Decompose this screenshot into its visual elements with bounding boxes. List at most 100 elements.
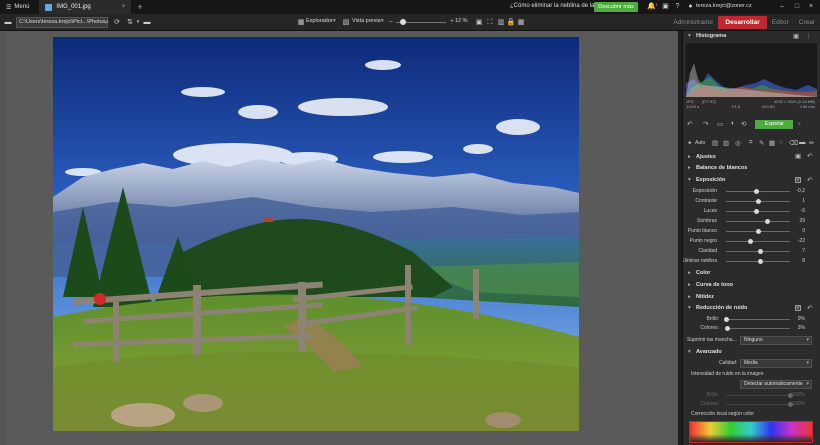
auto-label[interactable]: Auto — [695, 140, 705, 146]
lock-icon[interactable]: 🔒 — [506, 17, 516, 28]
color-range-picker[interactable] — [689, 421, 813, 443]
export-button[interactable]: Exportar — [755, 120, 793, 129]
slider-value[interactable]: 100% — [789, 392, 805, 398]
photo-canvas[interactable] — [53, 37, 579, 431]
fit-screen-icon[interactable]: ▣ — [474, 17, 484, 28]
slider-knob[interactable] — [758, 259, 764, 264]
quality-select[interactable]: Media ▾ — [740, 359, 812, 368]
slider-value[interactable]: -22 — [789, 238, 805, 244]
tone-curve-header[interactable]: ▸ Curva de tono — [683, 281, 820, 290]
histogram-header[interactable]: ▾ Histograma — [683, 32, 820, 41]
preview-icon[interactable]: ▧ — [341, 17, 351, 28]
noise-detect-select[interactable]: Detectar automáticamente ▾ — [740, 380, 812, 389]
redo-icon[interactable]: ↷ — [703, 120, 708, 128]
slider-track[interactable] — [726, 395, 790, 396]
slider-knob[interactable] — [755, 229, 761, 234]
suppress-select[interactable]: Ninguno ▾ — [740, 336, 812, 345]
slider-knob[interactable] — [723, 317, 729, 322]
slider-knob[interactable] — [748, 239, 754, 244]
compare-icon[interactable]: ▥ — [496, 17, 506, 28]
close-tab-icon[interactable]: × — [122, 4, 126, 10]
full-screen-icon[interactable]: ⛶ — [485, 17, 495, 28]
preview-dropdown-caret[interactable]: ▾ — [381, 18, 384, 24]
folder-icon[interactable]: ▬ — [3, 17, 13, 28]
slider-track[interactable] — [726, 328, 790, 329]
advanced-header[interactable]: ▾ Avanzado — [683, 348, 820, 357]
zoom-value[interactable]: 12 % — [455, 18, 468, 24]
gradient-filter-icon[interactable]: ▦ — [769, 139, 775, 147]
search-icon[interactable]: ⌕ — [102, 17, 112, 28]
noise-reset-icon[interactable]: ↶ — [807, 304, 812, 312]
histogram-settings-icon[interactable]: ▣ — [793, 32, 799, 40]
browser-dropdown[interactable]: Explorador — [306, 18, 333, 24]
line-tool-icon[interactable]: ▬ — [799, 139, 806, 146]
user-email[interactable]: tereza.krejci@zoner.cz — [696, 3, 752, 9]
color-header[interactable]: ▸ Color — [683, 269, 820, 278]
crop-icon[interactable]: ▭ — [717, 120, 723, 128]
help-icon[interactable]: ? — [673, 2, 682, 12]
new-tab-button[interactable]: + — [137, 2, 142, 12]
white-balance-header[interactable]: ▸ Balance de blancos — [683, 164, 820, 173]
share-icon[interactable]: ⚡ — [797, 120, 802, 128]
promo-text[interactable]: ¿Cómo eliminar la neblina de las f... — [510, 3, 606, 9]
exposure-reset-icon[interactable]: ↶ — [807, 176, 812, 184]
slider-value[interactable]: 3% — [789, 325, 805, 331]
close-window-icon[interactable]: × — [806, 2, 816, 12]
menu-button[interactable]: ☰ Menú — [0, 0, 35, 14]
tab-create[interactable]: Crear — [794, 16, 820, 29]
tab-manager[interactable]: Administrador — [668, 16, 718, 29]
maximize-icon[interactable]: □ — [792, 2, 802, 12]
slider-value[interactable]: -6 — [789, 208, 805, 214]
zoom-out-icon[interactable]: – — [386, 17, 396, 28]
slider-knob[interactable] — [753, 209, 759, 214]
tab-develop[interactable]: Desarrollar — [718, 16, 767, 29]
slider-knob[interactable] — [754, 189, 760, 194]
pencil-icon[interactable]: ✏ — [809, 139, 814, 147]
slider-value[interactable]: 1 — [789, 198, 805, 204]
slider-value[interactable]: 0% — [789, 316, 805, 322]
auto-icon[interactable]: ✦ — [687, 139, 692, 147]
image-viewer[interactable] — [0, 31, 678, 445]
sharpness-header[interactable]: ▸ Nitidez — [683, 293, 820, 302]
new-folder-icon[interactable]: ▬ — [142, 17, 152, 28]
discover-more-button[interactable]: Descubrir más — [594, 2, 638, 12]
slider-track[interactable] — [726, 221, 790, 222]
slider-value[interactable]: 0 — [789, 228, 805, 234]
zoom-slider-knob[interactable] — [400, 19, 406, 25]
circle-tool-icon[interactable]: ○ — [779, 139, 783, 146]
zoom-slider[interactable] — [396, 19, 446, 25]
refresh-icon[interactable]: ⟳ — [112, 17, 122, 28]
slider-track[interactable] — [726, 241, 790, 242]
gradient-icon[interactable]: ▥ — [723, 139, 729, 147]
slider-value[interactable]: 100% — [789, 401, 805, 407]
path-field[interactable]: C:\Users\tereza.krejci\Pict...\Photos — [16, 17, 108, 28]
copy-icon[interactable]: ▤ — [712, 139, 718, 147]
brush-icon[interactable]: ✎ — [759, 139, 764, 147]
browser-icon[interactable]: ▦ — [296, 17, 306, 28]
slider-knob[interactable] — [764, 219, 770, 224]
minimize-icon[interactable]: – — [777, 2, 787, 12]
slider-track[interactable] — [726, 319, 790, 320]
rotate-icon[interactable]: ⟲ — [741, 120, 746, 128]
browser-dropdown-caret[interactable]: ▾ — [333, 18, 336, 24]
eraser-icon[interactable]: ⌫ — [789, 139, 798, 147]
crop-tool-icon[interactable]: ⌗ — [749, 139, 753, 147]
undo-icon[interactable]: ↶ — [687, 120, 692, 128]
exposure-enable-checkbox[interactable]: ✓ — [795, 177, 801, 183]
radial-icon[interactable]: ◎ — [735, 139, 741, 147]
gift-icon[interactable]: ▣ — [661, 2, 670, 12]
left-panel-toggle[interactable] — [0, 31, 6, 445]
slider-knob[interactable] — [725, 326, 731, 331]
before-after-icon[interactable]: ◐ — [731, 120, 735, 127]
grid-icon[interactable]: ▦ — [516, 17, 526, 28]
save-preset-icon[interactable]: ▣ — [795, 152, 801, 160]
slider-value[interactable]: 29 — [789, 218, 805, 224]
slider-value[interactable]: -0,2 — [789, 188, 805, 194]
slider-value[interactable]: 7 — [789, 248, 805, 254]
slider-knob[interactable] — [755, 199, 761, 204]
slider-track[interactable] — [726, 404, 790, 405]
slider-value[interactable]: 8 — [789, 258, 805, 264]
document-tab[interactable]: IMG_001.jpg × — [39, 0, 132, 14]
histogram-options-icon[interactable]: ⋮ — [805, 32, 812, 40]
user-icon[interactable]: ● — [686, 2, 695, 12]
